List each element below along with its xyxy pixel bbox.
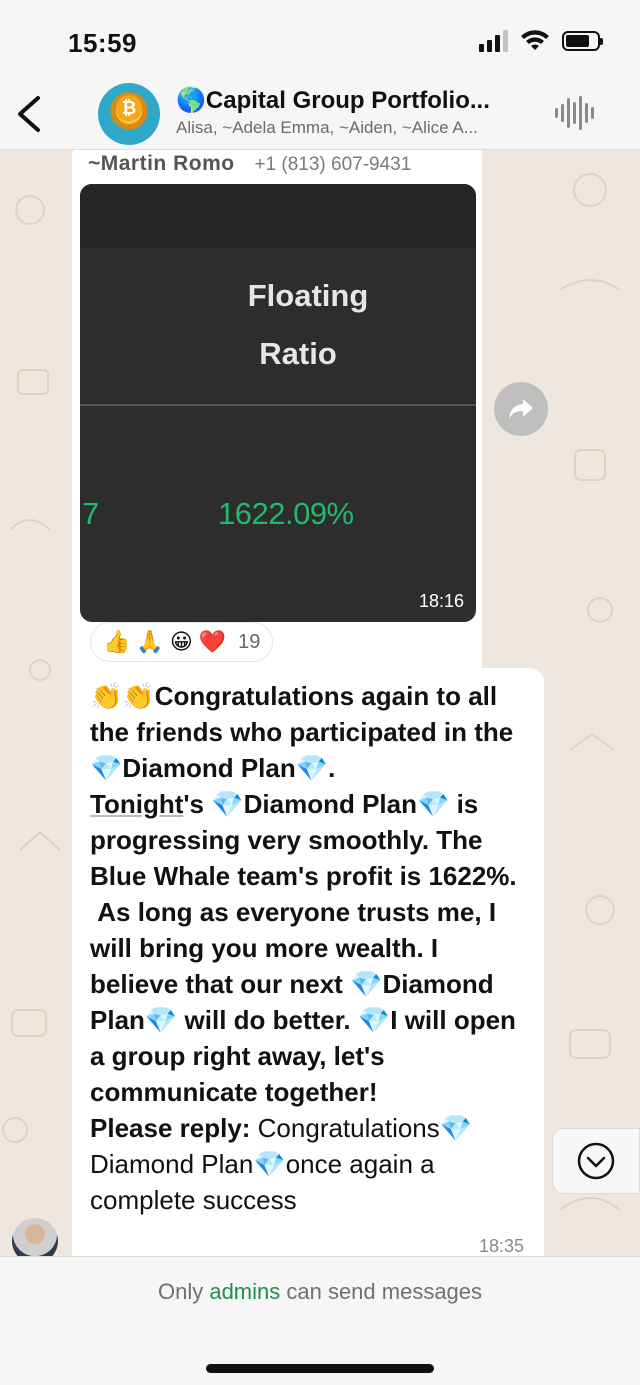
forward-arrow-icon — [509, 399, 533, 419]
bitcoin-icon: ₿ — [116, 95, 142, 121]
voice-call-waveform-icon[interactable] — [555, 96, 594, 130]
battery-level — [566, 35, 589, 47]
image-partial-value: 7 — [82, 496, 100, 531]
chat-area[interactable]: ~Martin Romo +1 (813) 607-9431 Floating … — [0, 150, 640, 1256]
scroll-to-bottom-button[interactable] — [552, 1128, 640, 1194]
image-heading-1: Floating — [247, 278, 369, 313]
text-segment: will do better. — [177, 1005, 358, 1035]
shared-image[interactable]: Floating Ratio 7 1622.09% 18:16 — [80, 184, 476, 622]
diamond-emoji: 💎 — [90, 753, 123, 783]
diamond-emoji: 💎 — [357, 1005, 391, 1035]
cellular-signal-icon — [479, 30, 508, 52]
sender-phone[interactable]: +1 (813) 607-9431 — [254, 154, 411, 175]
text-segment: Diamond Plan — [90, 1149, 254, 1179]
diamond-emoji: 💎 — [439, 1113, 473, 1143]
composer-footer: Only admins can send messages — [0, 1256, 640, 1385]
diamond-emoji: 💎 — [295, 753, 329, 783]
notice-text: can send messages — [280, 1279, 483, 1304]
text-message-bubble[interactable]: 👏👏Congratulations again to all the frien… — [72, 668, 544, 1256]
status-icons — [479, 30, 603, 52]
sender-name[interactable]: ~Martin Romo — [88, 152, 235, 175]
text-segment: 👏👏Congratulations again to all the frien… — [90, 681, 514, 747]
message-text[interactable]: 👏👏Congratulations again to all the frien… — [90, 678, 530, 1218]
notice-text: Only — [157, 1279, 210, 1304]
battery-icon — [562, 31, 603, 51]
reaction-thumbs-up: 👍 — [103, 629, 131, 654]
sender-avatar[interactable] — [12, 1218, 58, 1256]
reaction-heart: ❤️ — [198, 629, 227, 654]
message-time: 18:35 — [478, 1236, 524, 1256]
message-paragraph-2: Tonight's 💎Diamond Plan💎 is progressing … — [90, 786, 530, 894]
back-chevron-icon[interactable] — [10, 92, 46, 136]
text-segment-link[interactable]: Tonight — [90, 789, 183, 819]
text-segment: Diamond Plan — [122, 753, 296, 783]
status-time: 15:59 — [68, 28, 137, 58]
text-segment: 's — [183, 789, 212, 819]
text-segment: . — [328, 753, 336, 783]
reaction-pray: 🙏 — [136, 629, 164, 654]
message-paragraph-4: Please reply: Congratulations💎Diamond Pl… — [90, 1110, 530, 1218]
image-divider — [80, 404, 476, 406]
text-segment: Diamond Plan — [243, 789, 417, 819]
forward-button[interactable] — [494, 382, 548, 436]
admins-link[interactable]: admins — [209, 1279, 280, 1304]
diamond-emoji: 💎 — [144, 1005, 178, 1035]
reaction-grin: 😀 — [169, 629, 193, 654]
message-sender[interactable]: ~Martin Romo +1 (813) 607-9431 — [88, 152, 411, 176]
diamond-emoji: 💎 — [350, 969, 383, 999]
message-paragraph-3: As long as everyone trusts me, I will br… — [90, 894, 530, 1110]
admins-only-notice: Only admins can send messages — [0, 1279, 640, 1305]
group-avatar[interactable]: ₿ — [98, 83, 160, 145]
message-paragraph-1: 👏👏Congratulations again to all the frien… — [90, 678, 530, 786]
image-ratio-value: 1622.09% — [218, 496, 354, 531]
chevron-down-icon — [577, 1142, 615, 1180]
message-time: 18:16 — [418, 591, 464, 611]
status-bar: 15:59 — [0, 0, 640, 78]
image-topbar — [80, 184, 476, 248]
home-indicator[interactable] — [206, 1364, 434, 1373]
image-heading-2: Ratio — [259, 336, 337, 371]
text-segment: Please reply: — [90, 1113, 258, 1143]
diamond-emoji: 💎 — [211, 789, 244, 819]
chat-header[interactable]: ₿ 🌎Capital Group Portfolio... Alisa, ~Ad… — [0, 78, 640, 150]
diamond-emoji: 💎 — [416, 789, 450, 819]
message-reactions[interactable]: 👍 🙏 😀 ❤️ 19 — [90, 622, 274, 662]
group-members[interactable]: Alisa, ~Adela Emma, ~Aiden, ~Alice A... — [176, 118, 546, 138]
diamond-emoji: 💎 — [253, 1149, 286, 1179]
text-segment: Congratulations — [257, 1113, 440, 1143]
reaction-count: 19 — [238, 630, 261, 653]
wifi-icon — [521, 30, 549, 50]
group-title[interactable]: 🌎Capital Group Portfolio... — [176, 86, 536, 115]
